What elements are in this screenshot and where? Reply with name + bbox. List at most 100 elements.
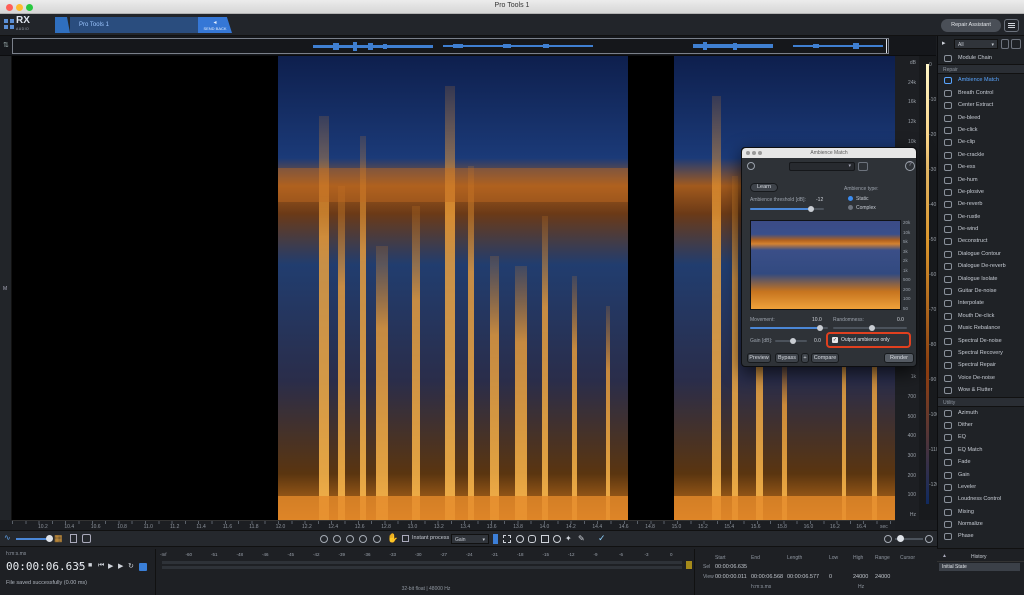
module-item-deconstruct[interactable]: Deconstruct	[938, 235, 1024, 247]
play-icon[interactable]: ▶	[108, 562, 113, 570]
render-button[interactable]: Render	[884, 353, 914, 363]
view-length-value[interactable]: 00:00:06.577	[787, 574, 819, 580]
stop-icon[interactable]: ■	[88, 562, 92, 569]
learn-button[interactable]: Learn	[750, 183, 778, 192]
gain-slider[interactable]	[775, 338, 807, 344]
randomness-value[interactable]: 0.0	[897, 317, 904, 323]
brush-icon[interactable]	[528, 535, 536, 543]
randomness-slider-knob[interactable]	[869, 325, 875, 331]
module-item-normalize[interactable]: Normalize	[938, 518, 1024, 530]
bypass-button[interactable]: Bypass	[775, 353, 799, 363]
module-item-mouth-de-click[interactable]: Mouth De-click	[938, 310, 1024, 322]
module-item-spectral-repair[interactable]: Spectral Repair	[938, 359, 1024, 371]
module-item-interpolate[interactable]: Interpolate	[938, 297, 1024, 309]
list-view-icon[interactable]	[1011, 39, 1021, 49]
freq-low-value[interactable]: 0	[829, 574, 832, 580]
freq-high-value[interactable]: 24000	[853, 574, 868, 580]
preset-select[interactable]: ▾	[789, 162, 855, 171]
gain-value[interactable]: 0.0	[814, 338, 821, 344]
static-radio[interactable]	[848, 196, 853, 201]
module-item-de-click[interactable]: De-click	[938, 124, 1024, 136]
module-item-mixing[interactable]: Mixing	[938, 506, 1024, 518]
rectangle-selection-icon[interactable]	[503, 535, 511, 543]
play-selection-icon[interactable]: ▶︎	[118, 562, 123, 570]
time-ruler[interactable]: 10.2 10.4 10.6 10.8 11.0 11.2 11.4 11.6 11.8 12.0…	[12, 520, 895, 530]
module-item-leveler[interactable]: Leveler	[938, 481, 1024, 493]
spectrogram-mode-icon[interactable]: ▦	[54, 533, 63, 544]
module-item-de-bleed[interactable]: De-bleed	[938, 112, 1024, 124]
module-item-voice-de-noise[interactable]: Voice De-noise	[938, 372, 1024, 384]
threshold-slider-knob[interactable]	[807, 206, 814, 212]
module-item-eq[interactable]: EQ	[938, 431, 1024, 443]
menu-icon[interactable]	[1004, 19, 1019, 32]
frequency-zoom-knob[interactable]	[897, 535, 904, 542]
preview-button[interactable]: Preview	[747, 353, 771, 363]
module-item-de-rustle[interactable]: De-rustle	[938, 211, 1024, 223]
module-item-breath-control[interactable]: Breath Control	[938, 87, 1024, 99]
grid-view-icon[interactable]	[1001, 39, 1009, 49]
pencil-icon[interactable]: ✎	[578, 534, 585, 543]
threshold-value[interactable]: -12	[816, 197, 823, 203]
panel-zoom-button[interactable]	[758, 151, 762, 155]
fade-tool-icon[interactable]: ✓	[598, 533, 606, 544]
module-item-de-wind[interactable]: De-wind	[938, 223, 1024, 235]
frequency-zoom-slider[interactable]	[895, 535, 923, 542]
frequency-selection-icon[interactable]	[541, 535, 549, 543]
history-item[interactable]: Initial State	[939, 563, 1020, 571]
utility-section-header[interactable]: Utility	[938, 396, 1024, 407]
zoom-in-frequency-icon[interactable]	[925, 535, 933, 543]
help-icon[interactable]: ?	[905, 161, 915, 171]
zoom-selection-icon[interactable]	[346, 535, 354, 543]
panel-close-button[interactable]	[746, 151, 750, 155]
sel-start-value[interactable]: 00:00:06.635	[715, 564, 747, 570]
waveform-overview[interactable]: ⇅	[0, 36, 936, 56]
file-info-icon[interactable]	[70, 534, 77, 543]
module-item-spectral-de-noise[interactable]: Spectral De-noise	[938, 335, 1024, 347]
hand-tool-icon[interactable]: ✋	[387, 533, 398, 544]
module-item-de-reverb[interactable]: De-reverb	[938, 198, 1024, 210]
module-item-de-crackle[interactable]: De-crackle	[938, 149, 1024, 161]
module-item-fade[interactable]: Fade	[938, 456, 1024, 468]
module-chain-item[interactable]: Module Chain	[938, 52, 1024, 64]
display-settings-icon[interactable]	[82, 534, 91, 543]
preset-icon[interactable]	[747, 162, 755, 170]
send-back-button[interactable]: ◂ SEND BACK	[198, 17, 232, 33]
output-ambience-checkbox[interactable]: ✓	[832, 337, 838, 343]
repair-assistant-button[interactable]: Repair Assistant	[941, 19, 1001, 32]
collapse-icon[interactable]: ⇅	[3, 41, 9, 50]
module-item-dialogue-de-reverb[interactable]: Dialogue De-reverb	[938, 260, 1024, 272]
threshold-slider[interactable]	[750, 206, 824, 212]
loop-icon[interactable]: ∞	[78, 562, 83, 569]
module-item-spectral-recovery[interactable]: Spectral Recovery	[938, 347, 1024, 359]
panel-titlebar[interactable]: Ambience Match	[742, 148, 916, 158]
collapse-history-icon[interactable]: ▲	[942, 553, 947, 559]
module-item-de-hum[interactable]: De-hum	[938, 174, 1024, 186]
harmonic-selection-icon[interactable]	[553, 535, 561, 543]
module-item-dither[interactable]: Dither	[938, 419, 1024, 431]
view-start-value[interactable]: 00:00:00.011	[715, 574, 747, 580]
follow-playhead-icon[interactable]	[139, 563, 147, 571]
module-item-azimuth[interactable]: Azimuth	[938, 407, 1024, 419]
randomness-slider[interactable]	[833, 325, 907, 331]
module-item-phase[interactable]: Phase	[938, 530, 1024, 542]
tab-home[interactable]	[55, 17, 70, 33]
panel-minimize-button[interactable]	[752, 151, 756, 155]
magic-wand-icon[interactable]: ✦	[565, 534, 572, 543]
time-format-label[interactable]: h:m:s.ms	[6, 551, 26, 557]
module-item-ambience-match[interactable]: Ambience Match	[938, 74, 1024, 86]
zoom-out-icon[interactable]	[333, 535, 341, 543]
module-item-music-rebalance[interactable]: Music Rebalance	[938, 322, 1024, 334]
opacity-slider[interactable]	[16, 535, 53, 542]
module-view-icon[interactable]: ▸	[942, 40, 950, 48]
view-end-value[interactable]: 00:00:06.568	[751, 574, 783, 580]
rewind-icon[interactable]: ⏮	[98, 562, 104, 570]
module-item-dialogue-contour[interactable]: Dialogue Contour	[938, 248, 1024, 260]
process-mode-select[interactable]: Gain ▾	[451, 534, 489, 544]
preset-menu-icon[interactable]	[858, 162, 868, 171]
gain-slider-knob[interactable]	[790, 338, 796, 344]
lasso-icon[interactable]	[516, 535, 524, 543]
loop-playback-icon[interactable]: ↻	[128, 562, 134, 570]
instant-process-checkbox[interactable]	[402, 535, 409, 542]
time-selection-tool-icon[interactable]	[493, 534, 498, 544]
module-item-de-clip[interactable]: De-clip	[938, 136, 1024, 148]
